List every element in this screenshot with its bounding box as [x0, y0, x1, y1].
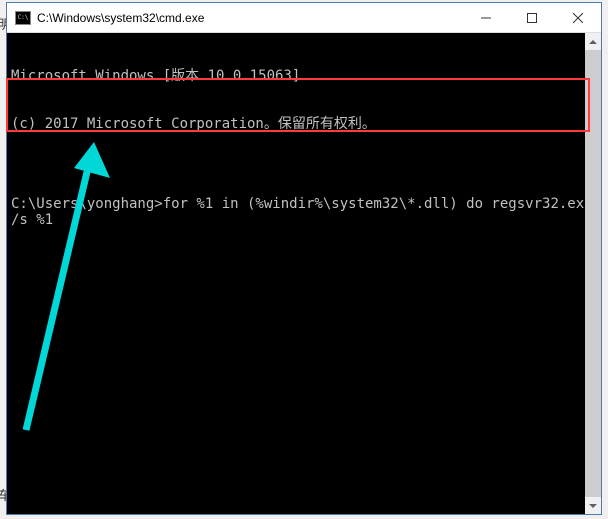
window-title: C:\Windows\system32\cmd.exe: [37, 11, 463, 25]
scroll-up-button[interactable]: [585, 33, 601, 50]
terminal-area[interactable]: Microsoft Windows [版本 10.0.15063] (c) 20…: [7, 33, 601, 514]
vertical-scrollbar[interactable]: [585, 33, 601, 514]
window-controls: [463, 3, 601, 32]
terminal-command: C:\Users\yonghang>for %1 in (%windir%\sy…: [11, 196, 597, 228]
minimize-button[interactable]: [463, 3, 509, 32]
close-button[interactable]: [555, 3, 601, 32]
terminal-banner-line1: Microsoft Windows [版本 10.0.15063]: [11, 68, 597, 84]
scroll-track[interactable]: [585, 50, 601, 497]
cmd-icon: [15, 11, 31, 25]
terminal-banner-line2: (c) 2017 Microsoft Corporation。保留所有权利。: [11, 116, 597, 132]
scroll-down-button[interactable]: [585, 497, 601, 514]
titlebar[interactable]: C:\Windows\system32\cmd.exe: [7, 3, 601, 33]
maximize-button[interactable]: [509, 3, 555, 32]
cmd-window: C:\Windows\system32\cmd.exe Microsoft Wi…: [6, 2, 602, 515]
scroll-thumb[interactable]: [585, 50, 601, 497]
